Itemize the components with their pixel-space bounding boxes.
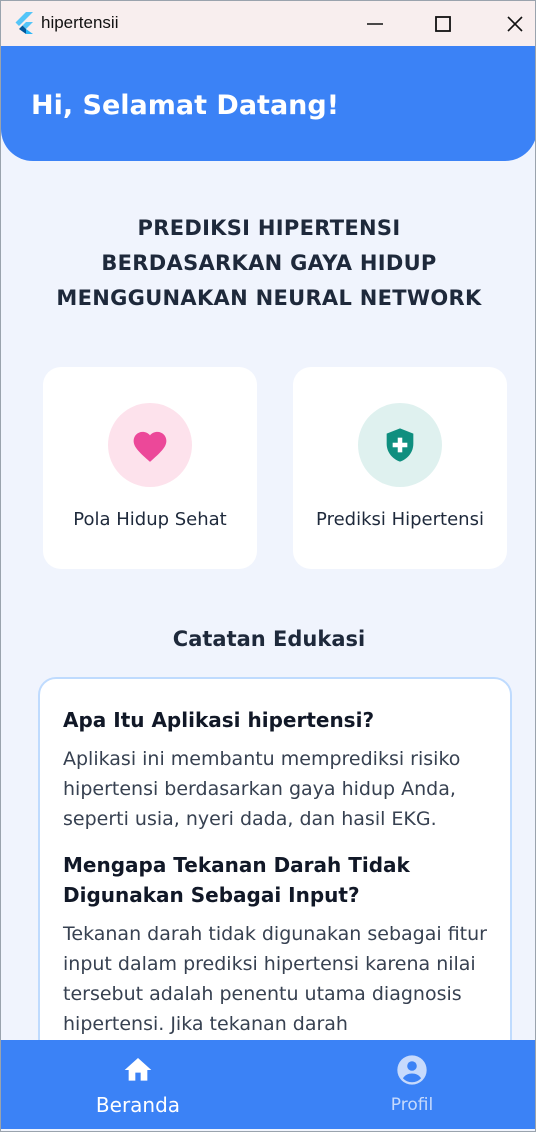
education-answer: Aplikasi ini membantu memprediksi risiko…	[63, 748, 461, 830]
page-title-line: PREDIKSI HIPERTENSI	[137, 216, 401, 240]
nav-item-beranda[interactable]: Beranda	[38, 1040, 238, 1129]
maximize-icon	[435, 16, 451, 32]
shield-icon-circle	[358, 403, 442, 487]
card-label: Prediksi Hipertensi	[316, 509, 484, 530]
bottom-navigation-bar: Beranda Profil	[1, 1040, 535, 1129]
education-answer: Tekanan darah tidak digunakan sebagai fi…	[63, 923, 487, 1035]
close-button[interactable]	[495, 7, 535, 41]
education-question: Apa Itu Aplikasi hipertensi?	[63, 708, 375, 732]
flutter-logo-icon	[15, 12, 33, 34]
page-title-line: BERDASARKAN GAYA HIDUP	[101, 251, 437, 275]
nav-label: Beranda	[95, 1093, 181, 1117]
app-window: hipertensii Hi, Selamat Datang! PREDIKSI…	[0, 0, 536, 1132]
title-bar: hipertensii	[1, 1, 535, 46]
page-title: PREDIKSI HIPERTENSI BERDASARKAN GAYA HID…	[1, 211, 535, 316]
minimize-icon	[367, 23, 383, 25]
heart-icon	[133, 431, 167, 462]
home-icon	[124, 1058, 152, 1081]
minimize-button[interactable]	[355, 7, 395, 41]
greeting-title: Hi, Selamat Datang!	[31, 90, 340, 121]
app-header: Hi, Selamat Datang!	[1, 46, 535, 161]
education-section-title: Catatan Edukasi	[172, 627, 366, 651]
pola-hidup-sehat-card[interactable]: Pola Hidup Sehat	[43, 367, 257, 569]
prediksi-hipertensi-card[interactable]: Prediksi Hipertensi	[293, 367, 507, 569]
education-content: Apa Itu Aplikasi hipertensi? Aplikasi in…	[63, 705, 487, 1039]
account-circle-icon	[397, 1055, 427, 1085]
shield-plus-icon	[386, 428, 414, 462]
window-title: hipertensii	[41, 13, 119, 32]
education-card[interactable]: Apa Itu Aplikasi hipertensi? Aplikasi in…	[38, 677, 512, 1097]
heart-icon-circle	[108, 403, 192, 487]
maximize-button[interactable]	[423, 7, 463, 41]
close-icon	[507, 16, 523, 32]
nav-label: Profil	[390, 1095, 434, 1115]
education-question: Mengapa Tekanan Darah Tidak Digunakan Se…	[63, 853, 410, 907]
card-label: Pola Hidup Sehat	[73, 509, 227, 530]
page-title-line: MENGGUNAKAN NEURAL NETWORK	[56, 286, 482, 310]
nav-item-profil[interactable]: Profil	[312, 1040, 512, 1129]
